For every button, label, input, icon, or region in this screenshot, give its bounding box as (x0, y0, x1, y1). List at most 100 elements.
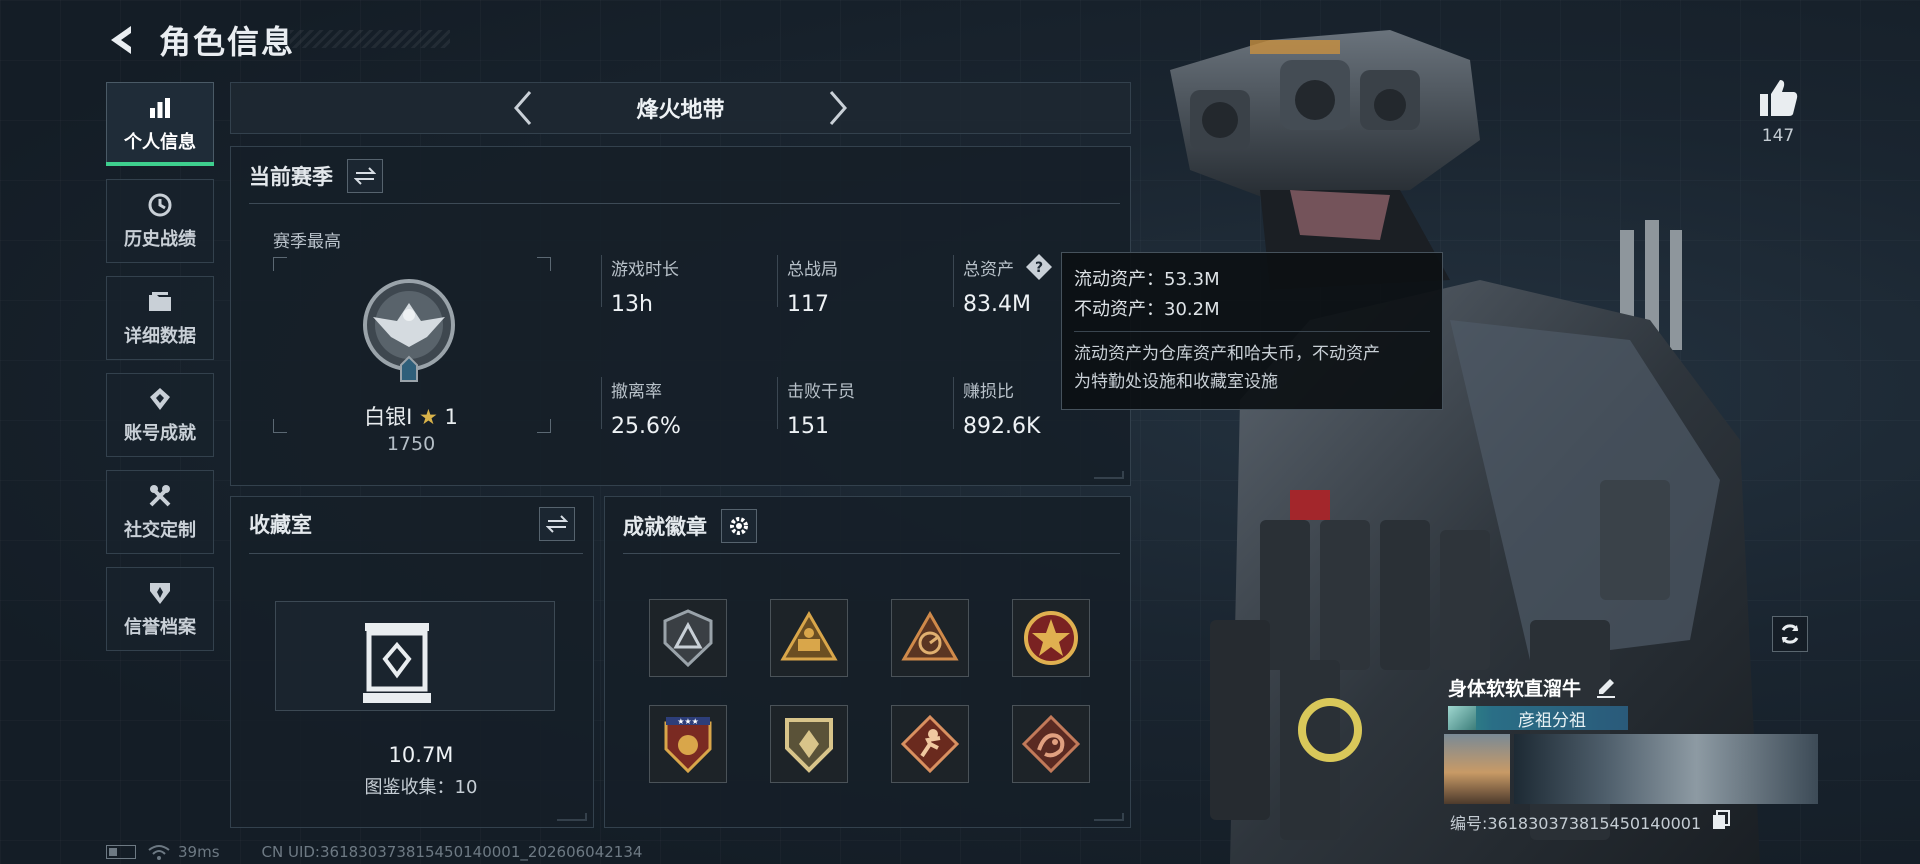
stat-value: 25.6% (611, 414, 681, 439)
season-switch-button[interactable] (347, 159, 383, 193)
collection-panel: 收藏室 10.7M 图鉴收集：10 (230, 496, 594, 828)
tooltip-description-line: 为特勤处设施和收藏室设施 (1074, 372, 1278, 392)
clan-name: 彦祖分祖 (1518, 710, 1586, 731)
sidebar-item-social[interactable]: 社交定制 (106, 470, 214, 554)
gold-shield-badge-icon (785, 718, 833, 773)
dragon-diamond-badge-icon (1021, 714, 1081, 774)
stat-play-time: 游戏时长 13h (601, 255, 679, 317)
rank-points: 1750 (386, 433, 436, 455)
sidebar-item-history[interactable]: 历史战绩 (106, 179, 214, 263)
stat-label: 撤离率 (611, 382, 662, 402)
stat-label: 赚损比 (963, 382, 1014, 402)
star-icon: ★ (419, 405, 438, 429)
banner-image (1514, 734, 1818, 804)
back-arrow-icon[interactable] (105, 23, 139, 57)
gear-icon (730, 517, 748, 535)
stat-value: 151 (787, 414, 829, 439)
stat-total-assets: 总资产 83.4M (953, 255, 1031, 317)
avatar (1444, 734, 1510, 804)
rank-name: 白银I ★ 1 (321, 401, 501, 431)
badge-runner-diamond[interactable] (891, 705, 969, 783)
sidebar-item-label: 详细数据 (124, 326, 196, 347)
stat-label: 总战局 (787, 260, 838, 280)
copy-icon[interactable] (1712, 810, 1730, 830)
player-name: 身体软软直溜牛 (1448, 678, 1582, 700)
badge-dragon-diamond[interactable] (1012, 705, 1090, 783)
silver-eagle-rank-icon (363, 279, 455, 382)
badge-radar-triangle[interactable] (891, 599, 969, 677)
stars-shield-badge-icon: ★★★ (664, 717, 712, 774)
shield-icon (150, 583, 170, 604)
thumbs-up-icon[interactable] (1756, 76, 1800, 120)
clan-avatar (1448, 706, 1476, 730)
badge-stars-shield[interactable]: ★★★ (649, 705, 727, 783)
triangle-shield-badge-icon (663, 609, 713, 667)
chevron-right-icon[interactable] (825, 88, 853, 128)
season-best-label: 赛季最高 (273, 232, 341, 252)
sidebar-item-label: 个人信息 (124, 132, 196, 153)
ping-value: 39ms (178, 843, 220, 861)
display-case-icon (363, 623, 431, 703)
season-title: 当前赛季 (249, 165, 333, 189)
sidebar-item-label: 账号成就 (124, 423, 196, 444)
title-bar: 角色信息 (105, 18, 295, 62)
badges-header: 成就徽章 (623, 509, 757, 543)
clan-tag[interactable]: 彦祖分祖 (1448, 706, 1628, 731)
tooltip-liquid-assets: 流动资产：53.3M (1074, 269, 1220, 290)
sidebar-item-reputation[interactable]: 信誉档案 (106, 567, 214, 651)
stat-value: 892.6K (963, 414, 1041, 439)
stat-label: 击败干员 (787, 382, 855, 402)
svg-text:★★★: ★★★ (677, 717, 699, 726)
rank-stars: 1 (444, 405, 458, 429)
mode-selector: 烽火地带 (230, 82, 1131, 134)
rank-tier: 白银I (364, 405, 413, 429)
bar-chart-icon (150, 98, 170, 118)
sidebar: 个人信息 历史战绩 详细数据 账号成就 社交定制 信誉档案 (106, 82, 214, 664)
stat-operators-defeated: 击败干员 151 (777, 377, 855, 439)
season-header: 当前赛季 (249, 159, 383, 193)
badge-star-emblem[interactable] (1012, 599, 1090, 677)
badges-panel: 成就徽章 ★★★ (604, 496, 1131, 828)
stat-profit-ratio: 赚损比 892.6K (953, 377, 1040, 439)
stat-label: 游戏时长 (611, 260, 679, 280)
sidebar-item-achievements[interactable]: 账号成就 (106, 373, 214, 457)
svg-text:?: ? (1035, 260, 1043, 276)
collection-switch-button[interactable] (539, 507, 575, 541)
badges-title: 成就徽章 (623, 515, 707, 539)
wifi-icon (148, 845, 170, 860)
refresh-button[interactable] (1772, 616, 1808, 652)
page-title: 角色信息 (159, 23, 296, 61)
divider (623, 553, 1120, 554)
sidebar-item-profile[interactable]: 个人信息 (106, 82, 214, 166)
runner-diamond-badge-icon (900, 714, 960, 774)
collection-header: 收藏室 (249, 509, 579, 539)
chevron-left-icon[interactable] (508, 88, 536, 128)
collection-value: 10.7M (388, 743, 454, 767)
help-icon[interactable]: ? (1025, 253, 1053, 281)
battery-icon (106, 845, 136, 859)
edit-pencil-icon[interactable] (1596, 676, 1616, 698)
collection-count: 图鉴收集：10 (364, 777, 478, 798)
stat-total-matches: 总战局 117 (777, 255, 838, 317)
divider (249, 553, 583, 554)
assets-tooltip: 流动资产：53.3M 不动资产：30.2M 流动资产为仓库资产和哈夫币，不动资产… (1061, 252, 1443, 410)
tools-icon (149, 485, 171, 507)
badges-settings-button[interactable] (721, 509, 757, 543)
player-card-banner[interactable] (1442, 734, 1820, 804)
divider (249, 203, 1120, 204)
stat-extraction-rate: 撤离率 25.6% (601, 377, 681, 439)
like-count: 147 (1761, 126, 1795, 146)
badge-gold-shield[interactable] (770, 705, 848, 783)
player-id: 编号:361830373815450140001 (1450, 814, 1702, 833)
sidebar-item-label: 信誉档案 (124, 617, 196, 638)
sidebar-item-label: 历史战绩 (124, 229, 196, 250)
stat-value: 117 (787, 292, 829, 317)
sidebar-item-label: 社交定制 (124, 520, 196, 541)
badge-triangle-shield[interactable] (649, 599, 727, 677)
sidebar-item-details[interactable]: 详细数据 (106, 276, 214, 360)
stat-value: 13h (611, 292, 653, 317)
uid-text: CN UID:361830373815450140001_20260604213… (261, 843, 643, 861)
badge-gold-triangle[interactable] (770, 599, 848, 677)
mode-title: 烽火地带 (636, 98, 725, 123)
swap-arrows-icon (354, 167, 376, 185)
